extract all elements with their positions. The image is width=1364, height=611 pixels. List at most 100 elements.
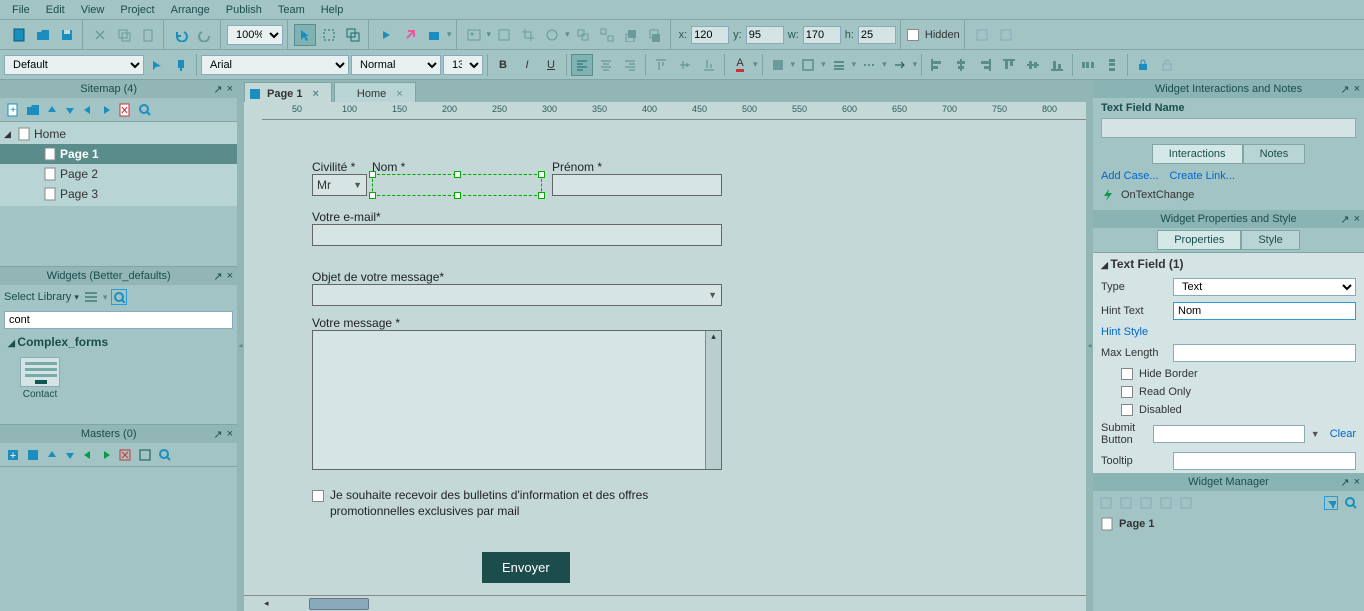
tree-home[interactable]: ◢ Home bbox=[0, 124, 237, 144]
align-right-icon[interactable] bbox=[619, 54, 641, 76]
copy-style-icon[interactable] bbox=[146, 54, 168, 76]
submit-button[interactable]: Envoyer bbox=[482, 552, 570, 583]
new-file-icon[interactable] bbox=[8, 24, 30, 46]
panel-popout-icon[interactable]: ↗ bbox=[1340, 213, 1349, 226]
align-center-icon[interactable] bbox=[595, 54, 617, 76]
back-icon[interactable] bbox=[644, 24, 666, 46]
zoom-select[interactable]: 100% bbox=[227, 25, 283, 45]
panel-popout-icon[interactable]: ↗ bbox=[1340, 476, 1349, 489]
search-pages-icon[interactable] bbox=[138, 103, 152, 117]
obj-align-right-icon[interactable] bbox=[974, 54, 996, 76]
delete-master-icon[interactable] bbox=[118, 448, 132, 462]
indent-icon[interactable] bbox=[100, 104, 112, 116]
panel-close-icon[interactable]: × bbox=[1354, 83, 1360, 96]
search-mgr-icon[interactable] bbox=[1344, 496, 1358, 510]
master-usage-icon[interactable] bbox=[138, 448, 152, 462]
style-preset-select[interactable]: Default bbox=[4, 55, 144, 75]
w-input[interactable] bbox=[803, 26, 841, 44]
tab-home[interactable]: Home× bbox=[334, 82, 416, 102]
prop-section-header[interactable]: Text Field (1) bbox=[1093, 253, 1364, 275]
x-input[interactable] bbox=[691, 26, 729, 44]
underline-icon[interactable]: U bbox=[540, 54, 562, 76]
field-name-input[interactable] bbox=[1101, 118, 1356, 138]
search-widgets-icon[interactable] bbox=[111, 289, 127, 305]
obj-align-bot-icon[interactable] bbox=[1046, 54, 1068, 76]
front-icon[interactable] bbox=[620, 24, 642, 46]
save-icon[interactable] bbox=[56, 24, 78, 46]
arrow-style-icon[interactable] bbox=[889, 54, 911, 76]
pointer-tool-icon[interactable] bbox=[294, 24, 316, 46]
unlock-icon[interactable] bbox=[1156, 54, 1178, 76]
civilite-dropdown[interactable]: Mr▼ bbox=[312, 174, 367, 196]
move-down-icon[interactable] bbox=[64, 104, 76, 116]
hidden-checkbox[interactable] bbox=[907, 29, 919, 41]
valign-top-icon[interactable] bbox=[650, 54, 672, 76]
delete-page-icon[interactable] bbox=[118, 103, 132, 117]
size-select[interactable]: 13 bbox=[443, 55, 483, 75]
line-width-icon[interactable] bbox=[828, 54, 850, 76]
panel-close-icon[interactable]: × bbox=[1354, 476, 1360, 489]
panel-popout-icon[interactable]: ↗ bbox=[213, 428, 222, 441]
copy-icon[interactable] bbox=[113, 24, 135, 46]
menu-project[interactable]: Project bbox=[112, 2, 162, 18]
widget-category[interactable]: Complex_forms bbox=[0, 331, 237, 353]
obj-align-mid-icon[interactable] bbox=[1022, 54, 1044, 76]
open-file-icon[interactable] bbox=[32, 24, 54, 46]
widget-filter-input[interactable] bbox=[4, 311, 233, 329]
outdent-icon[interactable] bbox=[82, 104, 94, 116]
dist-v-icon[interactable] bbox=[1101, 54, 1123, 76]
align-left-icon[interactable] bbox=[571, 54, 593, 76]
master-down-icon[interactable] bbox=[64, 449, 76, 461]
type-select[interactable]: Text bbox=[1173, 278, 1356, 296]
lock-icon[interactable] bbox=[1132, 54, 1154, 76]
slice-icon[interactable] bbox=[493, 24, 515, 46]
master-right-icon[interactable] bbox=[100, 449, 112, 461]
paint-icon[interactable] bbox=[170, 54, 192, 76]
nom-input-selected[interactable] bbox=[372, 174, 542, 196]
mgr-icon-2[interactable] bbox=[1119, 496, 1133, 510]
email-input[interactable] bbox=[312, 224, 722, 246]
weight-select[interactable]: Normal bbox=[351, 55, 441, 75]
misc-icon-1[interactable] bbox=[971, 24, 993, 46]
move-up-icon[interactable] bbox=[46, 104, 58, 116]
valign-mid-icon[interactable] bbox=[674, 54, 696, 76]
fill-color-icon[interactable] bbox=[767, 54, 789, 76]
message-textarea[interactable]: ▴ bbox=[312, 330, 722, 470]
obj-align-top-icon[interactable] bbox=[998, 54, 1020, 76]
obj-align-center-icon[interactable] bbox=[950, 54, 972, 76]
add-master-icon[interactable]: + bbox=[6, 448, 20, 462]
splitter-left[interactable] bbox=[237, 80, 244, 611]
lib-options-icon[interactable] bbox=[83, 290, 99, 304]
h-input[interactable] bbox=[858, 26, 896, 44]
optin-checkbox[interactable] bbox=[312, 490, 324, 502]
splitter-right[interactable] bbox=[1086, 80, 1093, 611]
mgr-icon-1[interactable] bbox=[1099, 496, 1113, 510]
menu-view[interactable]: View bbox=[73, 2, 113, 18]
clear-link[interactable]: Clear bbox=[1330, 428, 1356, 440]
library-select[interactable]: Select Library ▾ bbox=[4, 291, 79, 303]
tab-page-1[interactable]: Page 1× bbox=[244, 82, 332, 102]
filter-icon[interactable] bbox=[1324, 496, 1338, 510]
tree-page-1[interactable]: Page 1 bbox=[0, 144, 237, 164]
create-link-link[interactable]: Create Link... bbox=[1170, 170, 1235, 182]
submit-btn-input[interactable] bbox=[1153, 425, 1305, 443]
panel-popout-icon[interactable]: ↗ bbox=[213, 83, 222, 96]
line-style-icon[interactable] bbox=[858, 54, 880, 76]
panel-close-icon[interactable]: × bbox=[227, 428, 233, 441]
panel-close-icon[interactable]: × bbox=[227, 270, 233, 283]
obj-align-left-icon[interactable] bbox=[926, 54, 948, 76]
select-contained-icon[interactable] bbox=[318, 24, 340, 46]
master-left-icon[interactable] bbox=[82, 449, 94, 461]
tab-interactions[interactable]: Interactions bbox=[1152, 144, 1243, 164]
misc-icon-2[interactable] bbox=[995, 24, 1017, 46]
menu-arrange[interactable]: Arrange bbox=[163, 2, 218, 18]
panel-popout-icon[interactable]: ↗ bbox=[213, 270, 222, 283]
group-icon[interactable] bbox=[572, 24, 594, 46]
widget-item-contact[interactable]: Contact bbox=[10, 357, 70, 400]
read-only-checkbox[interactable] bbox=[1121, 386, 1133, 398]
hide-border-checkbox[interactable] bbox=[1121, 368, 1133, 380]
font-select[interactable]: Arial bbox=[201, 55, 349, 75]
tree-page-3[interactable]: Page 3 bbox=[0, 184, 237, 204]
search-masters-icon[interactable] bbox=[158, 448, 172, 462]
y-input[interactable] bbox=[746, 26, 784, 44]
